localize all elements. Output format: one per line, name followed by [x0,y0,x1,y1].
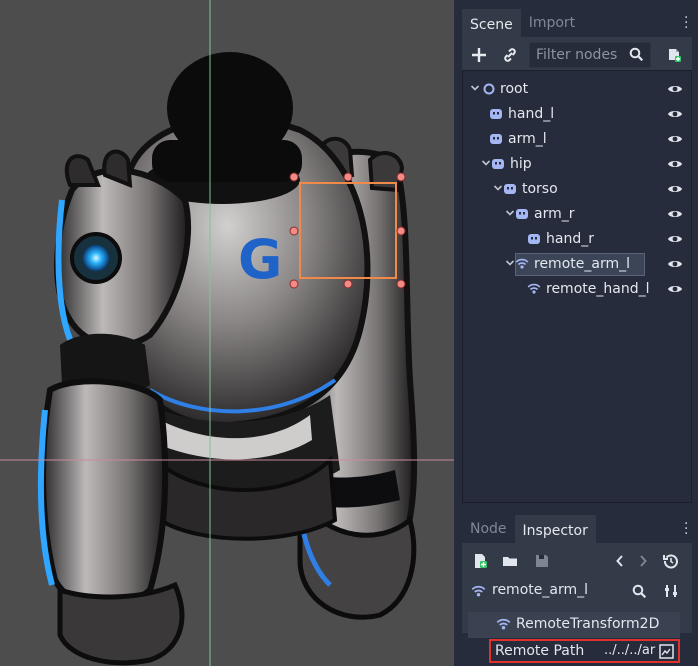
collapse-arrow-icon[interactable] [481,158,491,168]
tree-row-arm-l[interactable]: arm_l [463,127,691,152]
tree-label: remote_arm_l [534,256,630,272]
visibility-eye-icon[interactable] [667,133,683,145]
object-properties-tools-icon[interactable] [660,580,682,602]
visibility-eye-icon[interactable] [667,158,683,170]
robot-sprite-canvas: G [0,0,454,666]
tree-label: remote_hand_l [546,281,650,297]
tree-label: hand_l [508,106,555,122]
history-icon[interactable] [660,550,682,572]
inspected-object-name[interactable]: remote_arm_l [492,582,588,598]
tree-label: hand_r [546,231,594,247]
collapse-arrow-icon[interactable] [470,83,480,93]
sprite-icon [528,234,540,244]
visibility-eye-icon[interactable] [667,183,683,195]
tree-label: arm_r [534,206,575,222]
remote-transform-icon [515,258,529,269]
sprite-icon [492,159,504,169]
visibility-eye-icon[interactable] [667,108,683,120]
more-options-icon[interactable]: · · · [684,517,688,541]
tab-import[interactable]: Import [521,9,583,37]
collapse-arrow-icon[interactable] [505,208,515,218]
tree-row-root[interactable]: root [463,77,691,102]
handle-top-left [289,172,299,182]
section-title: RemoteTransform2D [516,616,660,632]
visibility-eye-icon[interactable] [667,233,683,245]
handle-bottom-right [396,279,406,289]
filter-nodes-input[interactable] [536,45,624,65]
remote-transform-icon [527,283,541,294]
tree-row-hip[interactable]: hip [463,152,691,177]
tree-label: arm_l [508,131,547,147]
assign-node-path-icon[interactable] [659,644,674,663]
filter-nodes-field[interactable] [529,42,651,68]
node2d-circle-icon [483,83,495,95]
new-resource-icon[interactable] [469,550,491,572]
visibility-eye-icon[interactable] [667,83,683,95]
scene-tree: root hand_l arm_l hip torso arm_r hand_r… [462,70,692,503]
tab-scene[interactable]: Scene [462,9,521,37]
attach-script-icon[interactable] [663,44,685,66]
handle-bottom [343,279,353,289]
tab-inspector[interactable]: Inspector [514,515,596,543]
sprite-icon [490,109,502,119]
tree-row-remote-arm-l[interactable]: remote_arm_l [463,252,691,277]
visibility-eye-icon[interactable] [667,258,683,270]
remote-transform-icon [471,584,486,603]
sprite-icon [504,184,516,194]
tree-row-torso[interactable]: torso [463,177,691,202]
handle-right [396,226,406,236]
tree-row-hand-r[interactable]: hand_r [463,227,691,252]
open-folder-icon[interactable] [499,550,521,572]
handle-top [343,172,353,182]
sprite-icon [490,134,502,144]
add-node-icon[interactable] [468,44,490,66]
canvas-viewport[interactable]: G [0,0,454,666]
tree-row-arm-r[interactable]: arm_r [463,202,691,227]
search-icon[interactable] [628,580,650,602]
section-remote-transform2d[interactable]: RemoteTransform2D [468,612,680,638]
back-arrow-icon[interactable] [609,550,631,572]
inspector-tabbar: Node Inspector [462,515,596,543]
remote-path-value[interactable]: ../../../ar [604,643,655,658]
more-options-icon[interactable]: · · · [684,11,688,35]
search-icon [629,47,644,66]
visibility-eye-icon[interactable] [667,208,683,220]
save-icon[interactable] [531,550,553,572]
collapse-arrow-icon[interactable] [493,183,503,193]
remote-transform-icon [496,617,511,636]
sprite-icon [516,209,528,219]
svg-text:G: G [238,228,282,291]
scene-tabbar: Scene Import [462,9,583,37]
head-graphic [144,52,302,204]
remote-path-property[interactable]: Remote Path ../../../ar [489,639,680,663]
tree-label: root [500,81,529,97]
visibility-eye-icon[interactable] [667,283,683,295]
handle-top-right [396,172,406,182]
tree-label: torso [522,181,558,197]
tab-node[interactable]: Node [462,515,515,543]
tree-row-hand-l[interactable]: hand_l [463,102,691,127]
handle-left [289,226,299,236]
tree-label: hip [510,156,532,172]
property-label: Remote Path [495,643,585,659]
right-dock: Scene Import root hand_l [454,0,698,666]
handle-bottom-left [289,279,299,289]
forward-arrow-icon[interactable] [632,550,654,572]
instance-link-icon[interactable] [499,44,521,66]
collapse-arrow-icon[interactable] [505,258,515,268]
tree-row-remote-hand-l[interactable]: remote_hand_l [463,277,691,302]
